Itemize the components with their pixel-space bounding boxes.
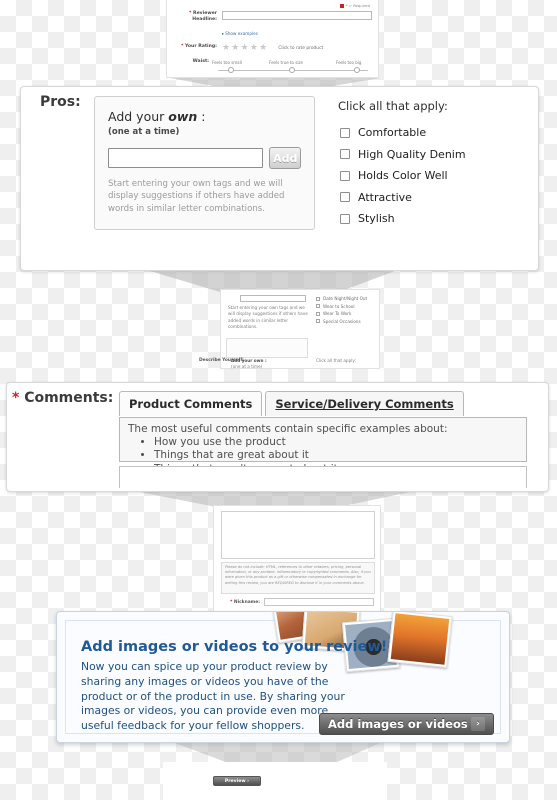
required-asterisk-icon: * [230, 599, 233, 605]
add-images-or-videos-button[interactable]: Add images or videos › [319, 713, 494, 735]
mini-checkbox-list: Date Night/Night Out Wear to School Wear… [316, 295, 367, 325]
slider-caption-small: Feels too small [212, 60, 242, 65]
pros-apply-heading: Click all that apply: [338, 99, 448, 113]
required-note: * = Required [167, 0, 378, 8]
mini-checkbox-wear-to-school[interactable]: Wear to School [316, 303, 367, 311]
mini-label-waist: Waist: [192, 59, 209, 64]
mini-rating-hint: Click to rate product [278, 46, 324, 51]
mini-row-waist: Waist: Feels too small Feels true to siz… [167, 56, 378, 75]
checkbox-label: High Quality Denim [358, 147, 466, 161]
mini-checkbox-date-night[interactable]: Date Night/Night Out [316, 295, 367, 303]
mini-reviewer-headline-input[interactable] [222, 11, 372, 20]
checkbox-icon[interactable] [316, 304, 320, 309]
checkbox-label: Comfortable [358, 126, 427, 140]
slider-knob-small[interactable] [228, 67, 234, 73]
checkbox-icon[interactable] [316, 319, 320, 324]
add-your-own-input[interactable] [108, 148, 264, 168]
mini-disclaimer-text: Please do not include: HTML, references … [221, 562, 375, 594]
comments-label: * Comments: [12, 390, 114, 406]
checkbox-icon[interactable] [340, 149, 350, 160]
tab-service-delivery-comments[interactable]: Service/Delivery Comments [265, 391, 464, 416]
photo-thumb [390, 613, 450, 665]
preview-bar: Preview › [163, 762, 387, 800]
callout-wedge-media [175, 743, 380, 763]
pros-checkbox-list: Comfortable High Quality Denim Holds Col… [340, 122, 466, 230]
tab-product-comments[interactable]: Product Comments [119, 391, 263, 416]
pros-label: Pros: [40, 94, 81, 110]
slider-caption-true: Feels true to size [269, 60, 303, 65]
mini-row-reviewer-headline: * Reviewer Headline: Show examples [167, 8, 378, 39]
checkbox-label: Holds Color Well [358, 169, 448, 183]
list-item: Things that are great about it [154, 449, 518, 462]
checkbox-row-holds-color-well[interactable]: Holds Color Well [340, 165, 466, 187]
mini-label-reviewer-headline: * Reviewer Headline: [189, 11, 217, 23]
checkbox-row-attractive[interactable]: Attractive [340, 187, 466, 209]
comments-tabbar: Product Comments Service/Delivery Commen… [119, 391, 467, 416]
comments-textarea[interactable] [119, 466, 527, 488]
add-media-callout-panel: Add images or videos to your review! Now… [56, 611, 510, 743]
chevron-right-icon: › [471, 717, 485, 731]
preview-button[interactable]: Preview › [213, 776, 261, 786]
checkbox-row-stylish[interactable]: Stylish [340, 208, 466, 230]
mini-own-hint: Start entering your own tags and we will… [228, 305, 308, 329]
waist-slider[interactable]: Feels too small Feels true to size Feels… [212, 60, 372, 75]
mini-checkbox-wear-to-work[interactable]: Wear To Work [316, 310, 367, 318]
slider-knob-true[interactable] [289, 67, 295, 73]
add-your-own-subtitle: (one at a time) [108, 127, 180, 137]
top-mini-review-form: * = Required * Reviewer Headline: Show e… [166, 0, 379, 78]
mini-comments-textarea[interactable] [221, 511, 375, 559]
required-asterisk-icon: * [180, 44, 184, 49]
checkbox-row-high-quality-denim[interactable]: High Quality Denim [340, 144, 466, 166]
required-asterisk-icon: * [189, 11, 192, 16]
mini-own-input[interactable] [240, 295, 306, 302]
checkbox-icon[interactable] [340, 192, 350, 203]
mini-own-panel-outline [226, 338, 308, 358]
checkbox-label: Attractive [358, 190, 412, 204]
mini-show-examples-link[interactable]: Show examples [222, 31, 258, 36]
checkbox-icon[interactable] [316, 311, 320, 316]
mini-row-your-rating: * Your Rating: ★★★★★ Click to rate produ… [167, 41, 378, 53]
add-images-button-label: Add images or videos [328, 717, 468, 731]
checkbox-label: Stylish [358, 212, 395, 226]
media-callout-title: Add images or videos to your review! [81, 639, 388, 655]
bottom-mini-form: Please do not include: HTML, references … [213, 505, 381, 615]
slider-knob-big[interactable] [354, 67, 360, 73]
add-your-own-title: Add your own : [108, 109, 206, 124]
checkbox-icon[interactable] [340, 127, 350, 138]
mini-apply-heading: Click all that apply: [316, 358, 356, 363]
star-rating-icon[interactable]: ★★★★★ [222, 44, 268, 53]
checkbox-row-comfortable[interactable]: Comfortable [340, 122, 466, 144]
mini-label-your-rating: * Your Rating: [180, 44, 217, 49]
mini-own-subtitle: (one at a time) [231, 364, 263, 369]
checkbox-icon[interactable] [340, 170, 350, 181]
add-your-own-box: Add your own : (one at a time) Add Start… [94, 96, 315, 230]
mini-nickname-row: * Nickname: [214, 598, 380, 606]
checkbox-icon[interactable] [316, 296, 320, 301]
mini-checkbox-special-occasions[interactable]: Special Occasions [316, 318, 367, 326]
comments-tab-panel: The most useful comments contain specifi… [119, 417, 527, 475]
mid-mini-form: Start entering your own tags and we will… [199, 289, 380, 369]
mini-nickname-label: * Nickname: [230, 599, 260, 605]
comments-panel-heading: The most useful comments contain specifi… [128, 423, 448, 435]
add-button[interactable]: Add [269, 147, 301, 169]
checkbox-icon[interactable] [340, 213, 350, 224]
list-item: How you use the product [154, 436, 518, 449]
required-marker-icon [339, 4, 344, 8]
sailboat-sunset-photo [387, 612, 453, 668]
required-asterisk-icon: * [12, 390, 20, 406]
add-your-own-hint: Start entering your own tags and we will… [108, 179, 285, 214]
slider-caption-big: Feels too big [336, 60, 362, 65]
mini-nickname-input[interactable] [264, 598, 374, 606]
